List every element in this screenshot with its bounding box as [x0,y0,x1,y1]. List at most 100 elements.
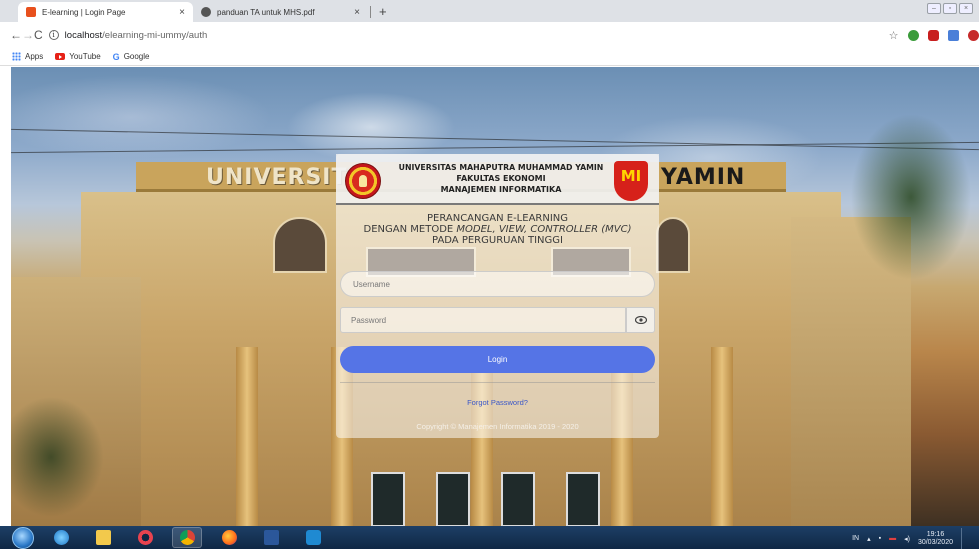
password-group [340,307,655,333]
forward-button[interactable]: → [22,28,34,42]
clock-time: 19:16 [926,530,945,538]
password-field[interactable] [340,307,626,333]
login-button[interactable]: Login [340,346,655,373]
app-title-line2-italic: MODEL, VIEW, CONTROLLER (MVC) [456,224,632,235]
app-title: PERANCANGAN E-LEARNING DENGAN METODE MOD… [336,213,659,246]
window-controls: – ▫ × [927,3,973,14]
app-title-line1: PERANCANGAN E-LEARNING [426,213,569,224]
forgot-password-link[interactable]: Forgot Password? [336,398,659,407]
globe-favicon-icon [201,7,211,17]
extension-shield-icon[interactable] [927,29,939,41]
username-field[interactable] [340,271,655,297]
tab-strip: E-learning | Login Page × panduan TA unt… [0,0,979,22]
google-icon: G [112,51,120,62]
login-card: UNIVERSITAS MAHAPUTRA MUHAMMAD YAMIN FAK… [336,154,659,438]
show-desktop-button[interactable] [961,528,971,549]
site-info-icon[interactable]: i [48,30,59,40]
extension-green-icon[interactable] [907,29,919,41]
bookmark-label: Google [123,52,150,61]
minimize-button[interactable]: – [927,3,941,14]
url-path: /elearning-mi-ummy/auth [102,29,208,41]
building-column [711,347,733,526]
taskbar-firefox[interactable] [214,527,244,548]
tab-panduan-pdf[interactable]: panduan TA untuk MHS.pdf × [193,2,368,22]
tab-separator [370,6,371,18]
close-window-button[interactable]: × [959,3,973,14]
mi-logo-icon: MI [614,161,648,201]
app-title-line2: DENGAN METODE MODEL, VIEW, CONTROLLER (M… [336,224,659,235]
app-title-line3: PADA PERGURUAN TINGGI [432,235,563,246]
building-door [566,472,600,526]
bookmark-star-icon[interactable]: ☆ [889,29,899,42]
back-button[interactable]: ← [10,28,22,42]
bookmarks-bar: Apps YouTube G Google [0,48,979,66]
app-title-line2-prefix: DENGAN METODE [363,224,457,235]
bookmark-label: YouTube [69,52,101,61]
url-host: localhost [64,29,103,41]
new-tab-button[interactable]: + [373,4,393,22]
bookmark-apps[interactable]: Apps [12,52,43,61]
tab-title: E-learning | Login Page [42,7,126,17]
card-divider [340,382,655,383]
org-faculty: FAKULTAS EKONOMI [456,174,546,183]
opera-icon [137,530,153,545]
internet-explorer-icon [53,530,69,545]
organization-name: UNIVERSITAS MAHAPUTRA MUHAMMAD YAMIN FAK… [396,162,606,195]
building-door [436,472,470,526]
taskbar-opera[interactable] [130,527,160,548]
bookmark-label: Apps [25,52,44,61]
org-program: MANAJEMEN INFORMATIKA [440,185,562,194]
tab-elearning[interactable]: E-learning | Login Page × [18,2,193,22]
show-password-button[interactable] [626,307,655,333]
browser-toolbar: ← → C i localhost/elearning-mi-ummy/auth… [0,22,979,48]
taskbar-explorer[interactable] [88,527,118,548]
firefox-icon [221,530,237,545]
bookmark-youtube[interactable]: YouTube [55,52,101,61]
taskbar-vscode[interactable] [298,527,328,548]
clock-date: 30/03/2020 [917,538,953,546]
folder-icon [95,530,111,545]
vscode-icon [305,530,321,545]
building-window [656,217,690,273]
address-bar[interactable]: i localhost/elearning-mi-ummy/auth [48,25,829,45]
copyright-text: Copyright © Manajemen Informatika 2019 -… [416,422,579,431]
reload-button[interactable]: C [34,28,43,42]
org-university: UNIVERSITAS MAHAPUTRA MUHAMMAD YAMIN [398,163,604,172]
youtube-icon [55,53,66,60]
building-door [501,472,535,526]
clock[interactable]: 19:16 30/03/2020 [918,531,953,547]
word-icon [263,530,279,545]
taskbar-ie[interactable] [46,527,76,548]
profile-avatar-icon[interactable] [967,29,979,41]
taskbar-chrome[interactable] [172,527,202,548]
bookmark-google[interactable]: G Google [113,52,150,62]
battery-icon[interactable]: ▬ [889,535,896,542]
elearning-favicon-icon [26,7,36,17]
tab-title: panduan TA untuk MHS.pdf [217,7,315,17]
extensions-area: ☆ ⋮ [889,28,979,42]
tray-arrow-icon[interactable]: ▴ [867,535,871,543]
university-logo-icon [345,163,381,199]
building-window [273,217,327,273]
taskbar-word[interactable] [256,527,286,548]
language-indicator[interactable]: IN [852,535,859,542]
building-column [236,347,258,526]
tab-close-icon[interactable]: × [179,7,185,18]
password-input[interactable] [341,308,625,332]
login-card-header: UNIVERSITAS MAHAPUTRA MUHAMMAD YAMIN FAK… [336,154,659,205]
maximize-button[interactable]: ▫ [943,3,957,14]
tab-close-icon[interactable]: × [354,7,360,18]
volume-icon[interactable]: ◂) [904,535,910,543]
tree-right [811,67,979,347]
tree-left [11,367,131,526]
windows-start-button[interactable] [12,526,34,549]
username-input[interactable] [341,272,654,296]
extension-translate-icon[interactable] [947,29,959,41]
chrome-icon [179,530,195,545]
building-door [371,472,405,526]
apps-grid-icon [12,52,21,61]
system-tray: IN ▴ ▪ ▬ ◂) 19:16 30/03/2020 [852,528,971,549]
eye-icon [634,316,647,324]
building-sign-right: YAMIN [661,165,746,190]
network-icon[interactable]: ▪ [879,535,881,542]
